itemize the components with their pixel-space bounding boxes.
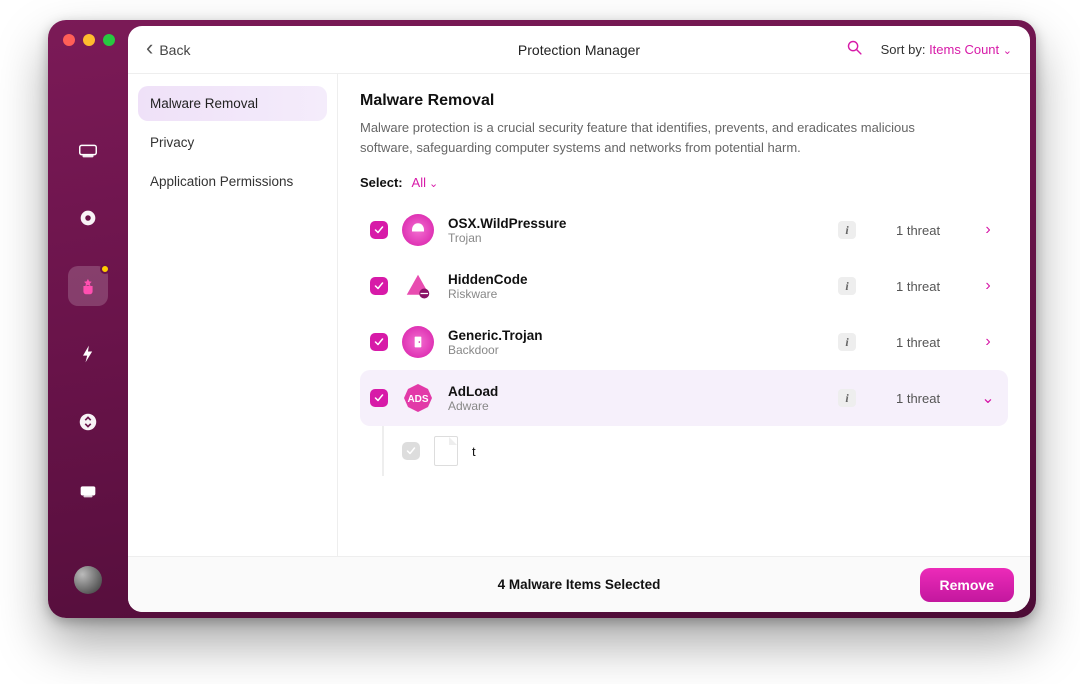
sidebar-item-label: Privacy	[150, 135, 194, 150]
select-row: Select: All ⌄	[360, 175, 1008, 190]
section-description: Malware protection is a crucial security…	[360, 118, 920, 157]
expand-toggle[interactable]: ›	[978, 277, 998, 295]
top-bar: Back Protection Manager Sort by: Items C…	[128, 26, 1030, 74]
checkbox[interactable]	[370, 221, 388, 239]
collapse-toggle[interactable]: ⌄	[978, 388, 998, 408]
threat-count: 1 threat	[896, 335, 964, 350]
checkbox[interactable]	[370, 333, 388, 351]
threat-type: Backdoor	[448, 343, 543, 357]
threat-name: Generic.Trojan	[448, 328, 543, 343]
threat-row[interactable]: ADS AdLoad Adware i 1 threat ⌄	[360, 370, 1008, 426]
rail-speed-icon[interactable]	[68, 334, 108, 374]
rail-uninstaller-icon[interactable]	[68, 198, 108, 238]
file-name: t	[472, 444, 476, 459]
app-window: Back Protection Manager Sort by: Items C…	[48, 20, 1036, 618]
remove-button[interactable]: Remove	[920, 568, 1014, 602]
nav-rail	[48, 20, 128, 618]
threat-count: 1 threat	[896, 279, 964, 294]
sort-value: Items Count	[929, 42, 999, 57]
checkbox[interactable]	[370, 277, 388, 295]
threat-info: AdLoad Adware	[448, 384, 498, 413]
rail-applications-icon[interactable]	[68, 402, 108, 442]
back-button[interactable]: Back	[146, 41, 190, 58]
threat-type: Trojan	[448, 231, 566, 245]
select-all-dropdown[interactable]: All ⌄	[412, 175, 439, 190]
file-icon	[434, 436, 458, 466]
sidebar: Malware Removal Privacy Application Perm…	[128, 74, 338, 556]
sidebar-item-label: Application Permissions	[150, 174, 293, 189]
threat-row[interactable]: Generic.Trojan Backdoor i 1 threat ›	[360, 314, 1008, 370]
threat-shell-icon	[402, 214, 434, 246]
select-label: Select:	[360, 175, 403, 190]
info-icon[interactable]: i	[838, 333, 856, 351]
search-icon[interactable]	[846, 39, 863, 61]
remove-button-label: Remove	[940, 577, 994, 593]
selection-summary: 4 Malware Items Selected	[498, 577, 661, 592]
sidebar-item-malware-removal[interactable]: Malware Removal	[138, 86, 327, 121]
info-icon[interactable]: i	[838, 221, 856, 239]
threat-child-row: t	[382, 426, 1008, 476]
select-all-value: All	[412, 175, 426, 190]
footer-bar: 4 Malware Items Selected Remove	[128, 556, 1030, 612]
threat-type: Riskware	[448, 287, 528, 301]
sort-label: Sort by:	[881, 42, 926, 57]
body: Malware Removal Privacy Application Perm…	[128, 74, 1030, 556]
threat-count: 1 threat	[896, 223, 964, 238]
sidebar-item-privacy[interactable]: Privacy	[138, 125, 327, 160]
threat-count: 1 threat	[896, 391, 964, 406]
content-panel: Back Protection Manager Sort by: Items C…	[128, 26, 1030, 612]
threat-info: Generic.Trojan Backdoor	[448, 328, 543, 357]
zoom-button[interactable]	[103, 34, 115, 46]
checkbox[interactable]	[370, 389, 388, 407]
back-label: Back	[159, 42, 190, 58]
main-content: Malware Removal Malware protection is a …	[338, 74, 1030, 556]
notification-badge	[100, 264, 110, 274]
minimize-button[interactable]	[83, 34, 95, 46]
threat-info: HiddenCode Riskware	[448, 272, 528, 301]
threat-name: AdLoad	[448, 384, 498, 399]
svg-text:ADS: ADS	[407, 394, 428, 405]
threat-name: HiddenCode	[448, 272, 528, 287]
rail-protection-icon[interactable]	[68, 266, 108, 306]
threat-info: OSX.WildPressure Trojan	[448, 216, 566, 245]
window-controls	[63, 34, 115, 46]
threat-door-icon	[402, 326, 434, 358]
expand-toggle[interactable]: ›	[978, 333, 998, 351]
threat-ads-icon: ADS	[402, 382, 434, 414]
user-avatar[interactable]	[74, 566, 102, 594]
chevron-down-icon: ⌄	[426, 178, 438, 190]
sidebar-item-application-permissions[interactable]: Application Permissions	[138, 164, 327, 199]
rail-cleanup-icon[interactable]	[68, 130, 108, 170]
checkbox[interactable]	[402, 442, 420, 460]
threat-type: Adware	[448, 399, 498, 413]
rail-files-icon[interactable]	[68, 470, 108, 510]
threat-row[interactable]: OSX.WildPressure Trojan i 1 threat ›	[360, 202, 1008, 258]
section-heading: Malware Removal	[360, 92, 1008, 110]
threat-alert-bug-icon	[402, 270, 434, 302]
expand-toggle[interactable]: ›	[978, 221, 998, 239]
sidebar-item-label: Malware Removal	[150, 96, 258, 111]
sort-dropdown[interactable]: Sort by: Items Count ⌄	[881, 42, 1012, 57]
info-icon[interactable]: i	[838, 277, 856, 295]
close-button[interactable]	[63, 34, 75, 46]
chevron-left-icon	[146, 41, 153, 58]
chevron-down-icon: ⌄	[1003, 45, 1012, 57]
info-icon[interactable]: i	[838, 389, 856, 407]
threat-name: OSX.WildPressure	[448, 216, 566, 231]
threat-row[interactable]: HiddenCode Riskware i 1 threat ›	[360, 258, 1008, 314]
